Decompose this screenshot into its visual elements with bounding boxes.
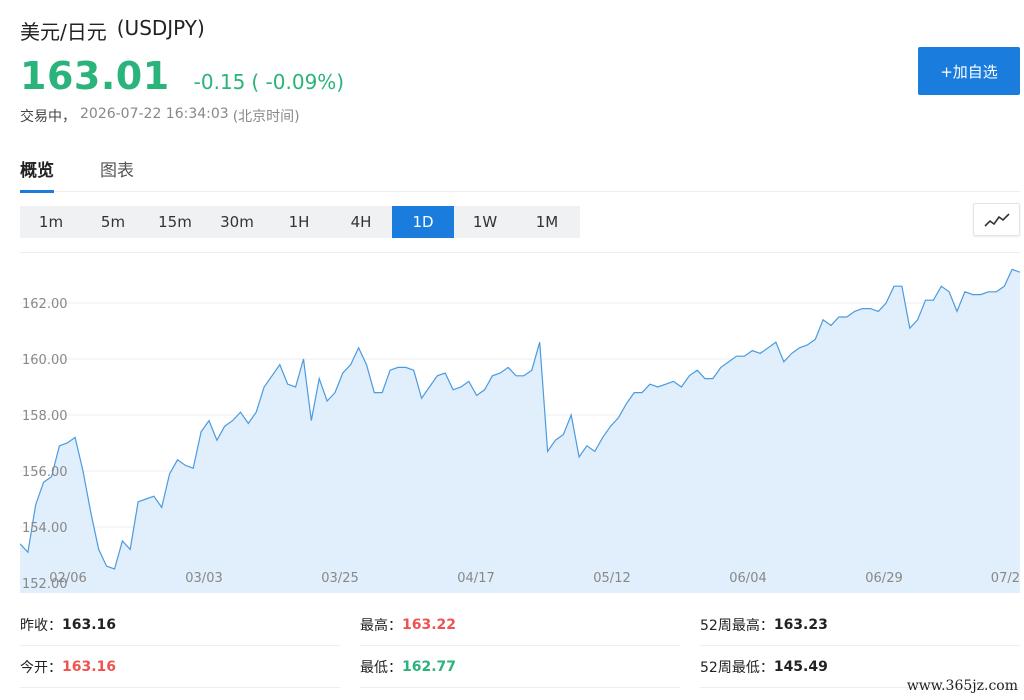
period-15m[interactable]: 15m — [144, 206, 206, 238]
stat-label: 52周最高： — [700, 617, 774, 634]
x-tick-label: 07/2 — [991, 571, 1020, 586]
stat-label: 最低： — [360, 659, 402, 676]
x-tick-label: 03/25 — [321, 571, 358, 586]
x-tick-label: 06/04 — [729, 571, 766, 586]
instrument-name: 美元/日元 — [20, 20, 107, 44]
y-tick-label: 154.00 — [22, 521, 68, 536]
y-tick-label: 162.00 — [22, 297, 68, 312]
chart-type-button[interactable] — [973, 203, 1020, 236]
tab-overview[interactable]: 概览 — [20, 150, 54, 193]
change-value: -0.15 — [193, 70, 246, 94]
x-tick-label: 06/29 — [865, 571, 902, 586]
period-4h[interactable]: 4H — [330, 206, 392, 238]
period-1h[interactable]: 1H — [268, 206, 330, 238]
period-5m[interactable]: 5m — [82, 206, 144, 238]
period-30m[interactable]: 30m — [206, 206, 268, 238]
price-change: -0.15 ( -0.09%) — [194, 70, 344, 94]
price-chart: 152.00 154.00 156.00 158.00 160.00 162.00 02/0… — [20, 252, 1020, 593]
line-chart-icon — [983, 212, 1010, 227]
price-area — [20, 269, 1020, 593]
stat-label: 最高： — [360, 617, 402, 634]
x-tick-label: 04/17 — [457, 571, 494, 586]
x-tick-label: 02/06 — [49, 571, 86, 586]
price-row: 163.01 -0.15 ( -0.09%) — [20, 54, 344, 98]
stat-low: 最低： 162.77 — [360, 646, 680, 688]
stat-value: 163.16 — [62, 616, 117, 633]
stat-value: 163.23 — [773, 616, 828, 633]
timezone: (北京时间) — [232, 109, 300, 125]
stats-row: 今开： 163.16 最低： 162.77 52周最低： 145.49 — [20, 646, 1020, 688]
tab-chart[interactable]: 图表 — [100, 150, 134, 192]
period-1w[interactable]: 1W — [454, 206, 516, 238]
instrument-symbol: (USDJPY) — [116, 16, 205, 40]
stat-label: 52周最低： — [700, 659, 774, 676]
period-selector: 1m 5m 15m 30m 1H 4H 1D 1W 1M — [20, 206, 580, 238]
period-1d[interactable]: 1D — [392, 206, 454, 238]
stat-value: 162.77 — [402, 658, 457, 675]
add-watchlist-button[interactable]: +加自选 — [918, 47, 1020, 95]
stats-row: 昨收： 163.16 最高： 163.22 52周最高： 163.23 — [20, 604, 1020, 646]
trading-status: 交易中， 2026-07-22 16:34:03 (北京时间) — [20, 106, 300, 126]
stat-value: 163.22 — [402, 616, 457, 633]
x-tick-label: 05/12 — [593, 571, 630, 586]
watermark: www.365jz.com — [906, 678, 1018, 694]
y-tick-label: 160.00 — [22, 353, 68, 368]
stat-open: 今开： 163.16 — [20, 646, 340, 688]
stat-52w-high: 52周最高： 163.23 — [700, 604, 1020, 646]
x-tick-label: 03/03 — [185, 571, 222, 586]
period-1m[interactable]: 1m — [20, 206, 82, 238]
stats-table: 昨收： 163.16 最高： 163.22 52周最高： 163.23 今开： … — [20, 604, 1020, 688]
tab-bar: 概览 图表 — [20, 150, 1020, 193]
stat-prev-close: 昨收： 163.16 — [20, 604, 340, 646]
last-price: 163.01 — [20, 54, 170, 98]
stat-label: 昨收： — [20, 617, 62, 634]
y-tick-label: 158.00 — [22, 409, 68, 424]
price-chart-svg: 152.00154.00156.00158.00160.00162.0002/0… — [20, 268, 1020, 593]
stat-high: 最高： 163.22 — [360, 604, 680, 646]
stat-value: 163.16 — [62, 658, 117, 675]
y-tick-label: 156.00 — [22, 465, 68, 480]
instrument-title: 美元/日元 (USDJPY) — [20, 16, 205, 45]
status-text: 交易中， — [20, 109, 76, 125]
period-1month[interactable]: 1M — [516, 206, 578, 238]
stat-value: 145.49 — [773, 658, 828, 675]
timestamp: 2026-07-22 16:34:03 — [80, 106, 229, 122]
change-percent: ( -0.09%) — [251, 70, 345, 94]
stat-label: 今开： — [20, 659, 62, 676]
